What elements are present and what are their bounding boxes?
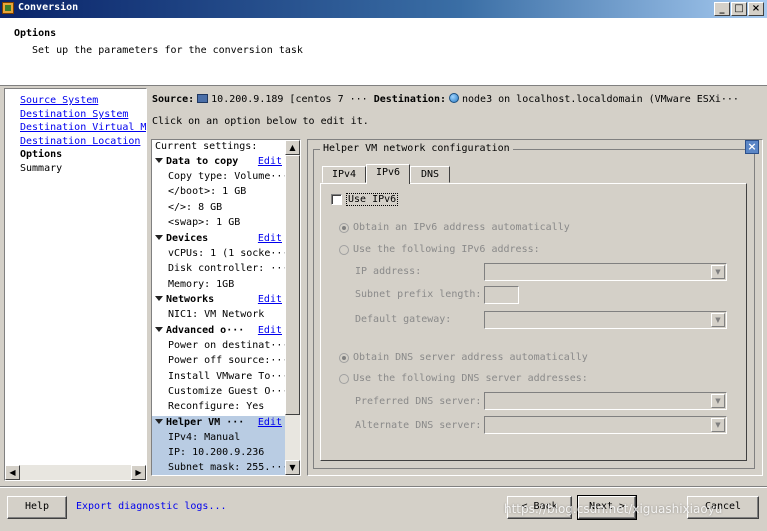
watermark-text: https://blog.csdn.net/xiguashixiaoyu: [504, 502, 723, 516]
nav-item-destination-virtual-machine[interactable]: Destination Virtual M: [20, 122, 146, 133]
maximize-button[interactable]: □: [731, 2, 747, 16]
source-value: 10.200.9.189 [centos 7 ···: [211, 94, 368, 105]
minimize-button[interactable]: _: [714, 2, 730, 16]
subnet-prefix-input[interactable]: [484, 286, 519, 304]
current-settings-list[interactable]: Current settings: Data to copy Edit Copy …: [151, 139, 301, 476]
edit-data-to-copy-link[interactable]: Edit: [258, 156, 282, 167]
footer-separator: [0, 486, 767, 488]
collapse-icon[interactable]: [155, 158, 163, 163]
setting-item[interactable]: Subnet mask: 255.···: [152, 461, 286, 475]
setting-item[interactable]: Memory: 1GB: [152, 278, 286, 293]
setting-item[interactable]: IP: 10.200.9.236: [152, 446, 286, 461]
default-gateway-combo[interactable]: ▼: [484, 311, 727, 329]
setting-item[interactable]: Install VMware To···: [152, 370, 286, 385]
use-following-dns-radio[interactable]: [339, 374, 349, 384]
subnet-prefix-label: Subnet prefix length:: [355, 289, 482, 300]
collapse-icon[interactable]: [155, 296, 163, 301]
edit-devices-link[interactable]: Edit: [258, 233, 282, 244]
help-button[interactable]: Help: [7, 496, 67, 519]
setting-item[interactable]: Power off source:···: [152, 354, 286, 369]
server-icon: [197, 94, 209, 103]
section-networks[interactable]: Networks Edit: [152, 293, 286, 308]
dropdown-arrow-icon[interactable]: ▼: [711, 265, 725, 279]
edit-advanced-options-link[interactable]: Edit: [258, 325, 282, 336]
panel-close-icon[interactable]: ×: [745, 140, 759, 154]
edit-networks-link[interactable]: Edit: [258, 294, 282, 305]
edit-helper-vm-link[interactable]: Edit: [258, 417, 282, 428]
nav-item-options: Options: [20, 149, 63, 160]
wizard-steps-nav: Source System Destination System Destina…: [4, 88, 147, 481]
setting-item[interactable]: Customize Guest O···: [152, 385, 286, 400]
section-devices[interactable]: Devices Edit: [152, 232, 286, 247]
ip-address-label: IP address:: [355, 266, 422, 277]
obtain-dns-auto-radio[interactable]: [339, 353, 349, 363]
nav-item-destination-system[interactable]: Destination System: [20, 109, 128, 120]
host-icon: [448, 93, 459, 103]
setting-item[interactable]: </>: 8 GB: [152, 201, 286, 216]
tab-ipv6[interactable]: IPv6: [366, 164, 410, 184]
title-bar[interactable]: Conversion _ □ ×: [0, 0, 767, 18]
section-advanced-options[interactable]: Advanced o··· Edit: [152, 324, 286, 339]
app-icon: [2, 2, 14, 14]
scroll-left-icon[interactable]: ◀: [5, 465, 20, 480]
collapse-icon[interactable]: [155, 419, 163, 424]
ip-address-combo[interactable]: ▼: [484, 263, 727, 281]
obtain-ipv6-auto-label: Obtain an IPv6 address automatically: [353, 222, 570, 233]
source-label: Source:: [152, 94, 195, 105]
collapse-icon[interactable]: [155, 235, 163, 240]
setting-item[interactable]: </boot>: 1 GB: [152, 185, 286, 200]
alternate-dns-combo[interactable]: ▼: [484, 416, 727, 434]
obtain-ipv6-auto-radio[interactable]: [339, 223, 349, 233]
close-button[interactable]: ×: [748, 2, 764, 16]
obtain-dns-auto-label: Obtain DNS server address automatically: [353, 352, 588, 363]
setting-item[interactable]: <swap>: 1 GB: [152, 216, 286, 231]
settings-header: Current settings:: [155, 141, 258, 152]
scroll-down-icon[interactable]: ▼: [285, 460, 300, 475]
tab-dns[interactable]: DNS: [410, 166, 450, 183]
use-ipv6-label[interactable]: Use IPv6: [346, 193, 399, 206]
page-title: Options: [14, 28, 57, 39]
setting-item[interactable]: vCPUs: 1 (1 socke···: [152, 247, 286, 262]
page-subtitle: Set up the parameters for the conversion…: [32, 45, 303, 56]
nav-item-destination-location[interactable]: Destination Location: [20, 136, 140, 147]
scroll-up-icon[interactable]: ▲: [285, 140, 300, 155]
preferred-dns-label: Preferred DNS server:: [355, 396, 482, 407]
alternate-dns-label: Alternate DNS server:: [355, 420, 482, 431]
setting-item[interactable]: Disk controller: ···: [152, 262, 286, 277]
window-title: Conversion: [18, 2, 79, 13]
destination-label: Destination:: [373, 94, 446, 105]
destination-value: node3 on localhost.localdomain (VMware E…: [461, 94, 739, 105]
scroll-thumb[interactable]: [285, 155, 300, 415]
collapse-icon[interactable]: [155, 327, 163, 332]
instruction-text: Click on an option below to edit it.: [152, 116, 369, 127]
use-ipv6-checkbox[interactable]: [331, 194, 342, 205]
default-gateway-label: Default gateway:: [355, 314, 452, 325]
dropdown-arrow-icon[interactable]: ▼: [711, 418, 725, 432]
section-data-to-copy[interactable]: Data to copy Edit: [152, 155, 286, 170]
setting-item[interactable]: Copy type: Volume···: [152, 170, 286, 185]
use-following-ipv6-radio[interactable]: [339, 245, 349, 255]
section-helper-vm[interactable]: Helper VM ··· Edit: [152, 416, 286, 431]
setting-item[interactable]: Reconfigure: Yes: [152, 400, 286, 415]
source-destination-line: Source: 10.200.9.189 [centos 7 ··· Destin…: [152, 93, 764, 105]
page-header: Options Set up the parameters for the co…: [0, 18, 767, 86]
scroll-right-icon[interactable]: ▶: [131, 465, 146, 480]
nav-horizontal-scrollbar[interactable]: ◀ ▶: [5, 465, 146, 480]
preferred-dns-combo[interactable]: ▼: [484, 392, 727, 410]
nav-item-source-system[interactable]: Source System: [20, 95, 98, 106]
export-diagnostic-logs-link[interactable]: Export diagnostic logs...: [76, 501, 227, 512]
settings-vertical-scrollbar[interactable]: ▲ ▼: [285, 140, 300, 475]
use-following-dns-label: Use the following DNS server addresses:: [353, 373, 588, 384]
setting-item[interactable]: Power on destinat···: [152, 339, 286, 354]
nav-item-summary: Summary: [20, 163, 63, 174]
use-following-ipv6-label: Use the following IPv6 address:: [353, 244, 540, 255]
group-box-title: Helper VM network configuration: [320, 143, 513, 154]
setting-item[interactable]: IPv4: Manual: [152, 431, 286, 446]
tab-ipv4[interactable]: IPv4: [322, 166, 366, 183]
dropdown-arrow-icon[interactable]: ▼: [711, 394, 725, 408]
setting-item[interactable]: NIC1: VM Network: [152, 308, 286, 323]
dropdown-arrow-icon[interactable]: ▼: [711, 313, 725, 327]
